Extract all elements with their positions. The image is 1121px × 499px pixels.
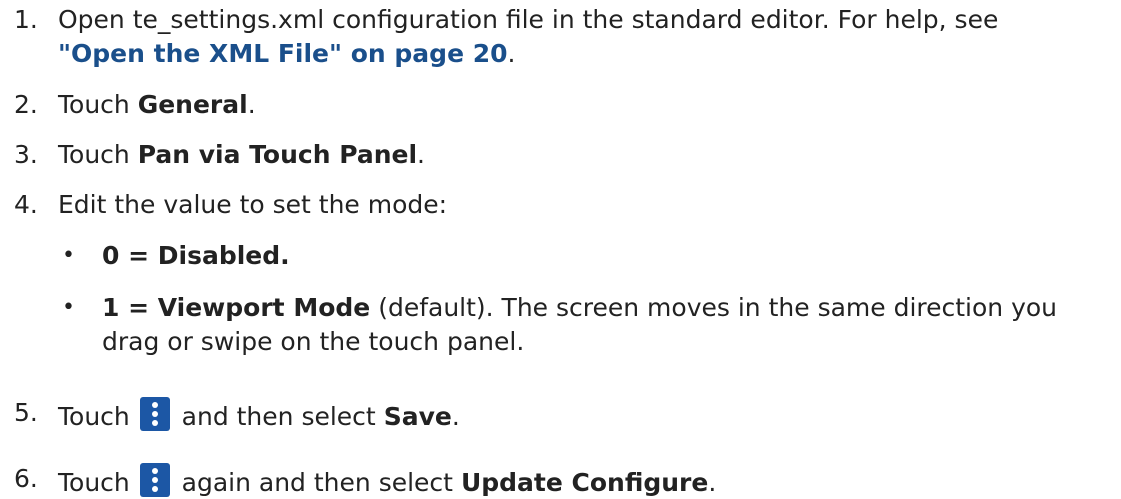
step-3-post: . [417,140,425,169]
step-6-pre: Touch [58,468,138,497]
bullet-2-rest: (default). The screen moves in the same … [370,293,1058,322]
step-5-post: . [451,402,460,431]
vertical-dots-menu-icon[interactable] [139,397,170,431]
bullet-2-text: 1 = Viewport Mode (default). The screen … [102,292,1057,324]
step-4-number: 4. [14,190,38,219]
step-6-text: Touch again and then select Update Confi… [58,463,716,499]
bullet-2-marker: • [62,295,75,320]
step-3-number: 3. [14,140,38,169]
bullet-2-line-2: drag or swipe on the touch panel. [102,327,525,356]
step-5-number: 5. [14,398,38,427]
step-5-text: Touch and then select Save. [58,397,460,433]
step-6-mid: again and then select [173,468,461,497]
step-6-post: . [708,468,717,497]
document-page: 1. Open te_settings.xml configuration fi… [0,0,1121,499]
step-3-text: Touch Pan via Touch Panel. [58,139,425,171]
bullet-1-bold: 0 = Disabled. [102,241,290,270]
step-6-number: 6. [14,464,38,493]
step-2-bold: General [137,90,248,119]
step-1-number: 1. [14,5,38,34]
step-1-period: . [507,39,516,68]
bullet-2-bold: 1 = Viewport Mode [102,293,371,322]
step-6-bold: Update Configure [460,468,709,497]
step-2-text: Touch General. [58,89,256,121]
step-5-bold: Save [383,402,452,431]
step-2-post: . [247,90,256,119]
step-3-pre: Touch [58,140,138,169]
bullet-1-marker: • [62,243,75,268]
step-1-text: Open te_settings.xml configuration file … [58,5,999,34]
step-5-mid: and then select [173,402,384,431]
step-4-text: Edit the value to set the mode: [58,190,448,219]
step-2-number: 2. [14,90,38,119]
bullet-1-text: 0 = Disabled. [102,240,290,272]
step-1-line-2: "Open the XML File" on page 20. [58,38,515,70]
step-3-bold: Pan via Touch Panel [137,140,418,169]
step-2-pre: Touch [58,90,138,119]
vertical-dots-menu-icon[interactable] [139,463,170,497]
open-xml-file-link[interactable]: "Open the XML File" on page 20 [58,39,508,68]
step-5-pre: Touch [58,402,138,431]
